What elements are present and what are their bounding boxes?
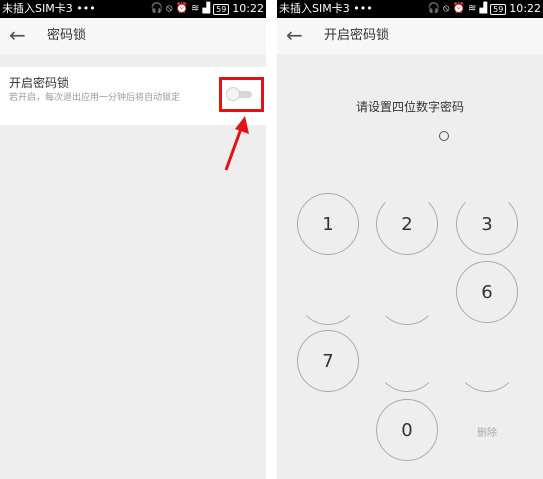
carrier-text: 未插入SIM卡3 •••: [279, 2, 373, 15]
setting-description: 若开启，每次退出应用一分钟后将自动锁定: [9, 93, 181, 103]
wifi-icon: ≋: [191, 3, 200, 14]
keypad-key-6[interactable]: 6: [456, 261, 518, 323]
silent-icon: ⦸: [443, 3, 450, 14]
keypad-key-4[interactable]: [297, 263, 359, 325]
keypad-key-3[interactable]: 3: [456, 193, 518, 255]
status-bar: 未插入SIM卡3 ••• 🎧 ⦸ ⏰ ≋ ▟ 59 10:22: [0, 0, 266, 18]
keypad-key-9[interactable]: [456, 330, 518, 392]
wifi-icon: ≋: [468, 3, 477, 14]
keypad-key-5[interactable]: [376, 263, 438, 325]
alarm-icon: ⏰: [175, 3, 189, 14]
app-bar: ← 开启密码锁: [277, 18, 543, 54]
signal-icon: ▟: [202, 3, 211, 14]
status-icons: 🎧 ⦸ ⏰ ≋ ▟ 59 10:22: [151, 0, 264, 18]
annotation-arrow-icon: [224, 116, 249, 171]
signal-icon: ▟: [479, 3, 488, 14]
password-digit-indicator: [439, 131, 449, 141]
delete-button[interactable]: 删除: [467, 424, 507, 439]
keypad-key-8[interactable]: [376, 330, 438, 392]
keypad-key-1[interactable]: 1: [297, 193, 359, 255]
clock: 10:22: [232, 2, 264, 15]
password-prompt: 请设置四位数字密码: [355, 100, 464, 114]
app-bar: ← 密码锁: [0, 18, 266, 54]
clock: 10:22: [509, 2, 541, 15]
silent-icon: ⦸: [166, 3, 173, 14]
page-title: 开启密码锁: [324, 28, 390, 43]
back-arrow-icon[interactable]: ←: [286, 21, 303, 49]
set-password-screen: 未插入SIM卡3 ••• 🎧 ⦸ ⏰ ≋ ▟ 59 10:22 ← 开启密码锁 …: [277, 0, 543, 479]
annotation-highlight-box: [219, 77, 264, 112]
headset-icon: 🎧: [427, 3, 441, 14]
keypad-key-7[interactable]: 7: [297, 330, 359, 392]
battery-icon: 59: [490, 3, 507, 15]
keypad-key-2[interactable]: 2: [376, 193, 438, 255]
page-title: 密码锁: [47, 28, 87, 43]
alarm-icon: ⏰: [452, 3, 466, 14]
battery-icon: 59: [213, 3, 230, 15]
carrier-text: 未插入SIM卡3 •••: [2, 2, 96, 15]
keypad-key-0[interactable]: 0: [376, 399, 438, 461]
status-bar: 未插入SIM卡3 ••• 🎧 ⦸ ⏰ ≋ ▟ 59 10:22: [277, 0, 543, 18]
password-lock-settings-screen: 未插入SIM卡3 ••• 🎧 ⦸ ⏰ ≋ ▟ 59 10:22 ← 密码锁 开启…: [0, 0, 266, 479]
setting-title: 开启密码锁: [9, 76, 70, 90]
status-icons: 🎧 ⦸ ⏰ ≋ ▟ 59 10:22: [428, 0, 541, 18]
back-arrow-icon[interactable]: ←: [9, 21, 26, 49]
headset-icon: 🎧: [150, 3, 164, 14]
